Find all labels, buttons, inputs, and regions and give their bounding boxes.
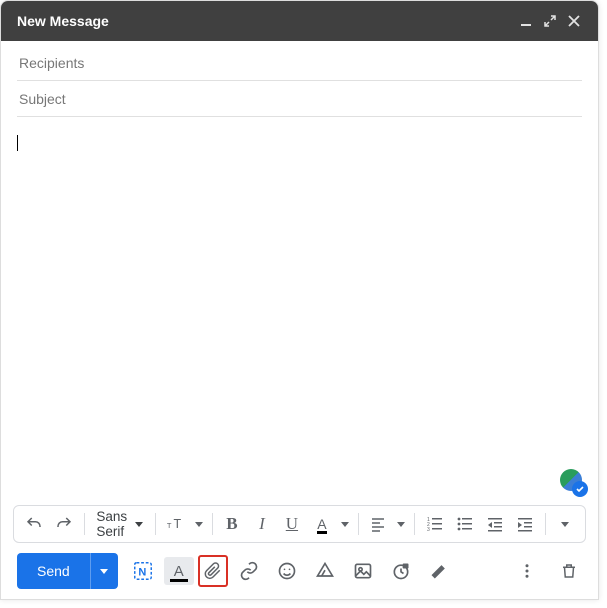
align-icon[interactable] bbox=[364, 510, 392, 538]
text-caret bbox=[17, 135, 18, 151]
svg-text:T: T bbox=[166, 521, 171, 530]
numbered-list-icon[interactable]: 123 bbox=[421, 510, 449, 538]
font-size-menu-icon[interactable] bbox=[192, 510, 206, 538]
font-family-select[interactable]: Sans Serif bbox=[90, 510, 149, 538]
text-color-menu-icon[interactable] bbox=[338, 510, 352, 538]
presence-badge bbox=[560, 469, 584, 493]
indent-more-icon[interactable] bbox=[511, 510, 539, 538]
chevron-down-icon bbox=[561, 522, 569, 527]
bulleted-list-icon[interactable] bbox=[451, 510, 479, 538]
discard-draft-icon[interactable] bbox=[552, 554, 586, 588]
text-format-icon[interactable]: A bbox=[164, 557, 194, 585]
send-button[interactable]: Send bbox=[17, 553, 90, 589]
recipients-row bbox=[17, 45, 582, 81]
insert-icons: N A bbox=[126, 554, 456, 588]
font-size-icon[interactable]: TT bbox=[162, 510, 190, 538]
subject-row bbox=[17, 81, 582, 117]
indent-less-icon[interactable] bbox=[481, 510, 509, 538]
recipients-input[interactable] bbox=[17, 54, 582, 72]
more-formatting-icon[interactable] bbox=[551, 510, 579, 538]
insert-emoji-icon[interactable] bbox=[270, 554, 304, 588]
chevron-down-icon bbox=[341, 522, 349, 527]
minimize-icon[interactable] bbox=[514, 9, 538, 33]
titlebar: New Message bbox=[1, 1, 598, 41]
send-label: Send bbox=[37, 563, 70, 579]
insert-link-icon[interactable] bbox=[232, 554, 266, 588]
font-name-label: Sans Serif bbox=[96, 509, 127, 539]
expand-icon[interactable] bbox=[538, 9, 562, 33]
attach-file-icon[interactable] bbox=[198, 555, 228, 587]
svg-text:T: T bbox=[173, 517, 181, 531]
align-menu-icon[interactable] bbox=[394, 510, 408, 538]
insert-signature-icon[interactable] bbox=[422, 554, 456, 588]
send-options-button[interactable] bbox=[90, 553, 118, 589]
compose-window: New Message bbox=[0, 0, 599, 600]
underline-icon[interactable]: U bbox=[278, 510, 306, 538]
confidential-mode-icon[interactable] bbox=[384, 554, 418, 588]
spellcheck-icon[interactable]: N bbox=[126, 554, 160, 588]
svg-text:N: N bbox=[138, 567, 146, 579]
insert-photo-icon[interactable] bbox=[346, 554, 380, 588]
insert-drive-icon[interactable] bbox=[308, 554, 342, 588]
window-title: New Message bbox=[17, 13, 109, 29]
text-color-icon[interactable]: A bbox=[308, 510, 336, 538]
redo-icon[interactable] bbox=[50, 510, 78, 538]
bold-icon[interactable]: B bbox=[218, 510, 246, 538]
header-fields bbox=[1, 41, 598, 117]
more-options-icon[interactable] bbox=[510, 554, 544, 588]
chevron-down-icon bbox=[397, 522, 405, 527]
send-button-group: Send bbox=[17, 553, 118, 589]
svg-text:3: 3 bbox=[427, 527, 430, 532]
chevron-down-icon bbox=[195, 522, 203, 527]
chevron-down-icon bbox=[135, 522, 143, 527]
undo-icon[interactable] bbox=[20, 510, 48, 538]
formatting-toolbar: Sans Serif TT B I U A 123 bbox=[13, 505, 586, 543]
chevron-down-icon bbox=[100, 569, 108, 574]
close-icon[interactable] bbox=[562, 9, 586, 33]
action-bar: Send N A bbox=[1, 549, 598, 599]
italic-icon[interactable]: I bbox=[248, 510, 276, 538]
message-body[interactable] bbox=[1, 117, 598, 499]
subject-input[interactable] bbox=[17, 90, 582, 108]
